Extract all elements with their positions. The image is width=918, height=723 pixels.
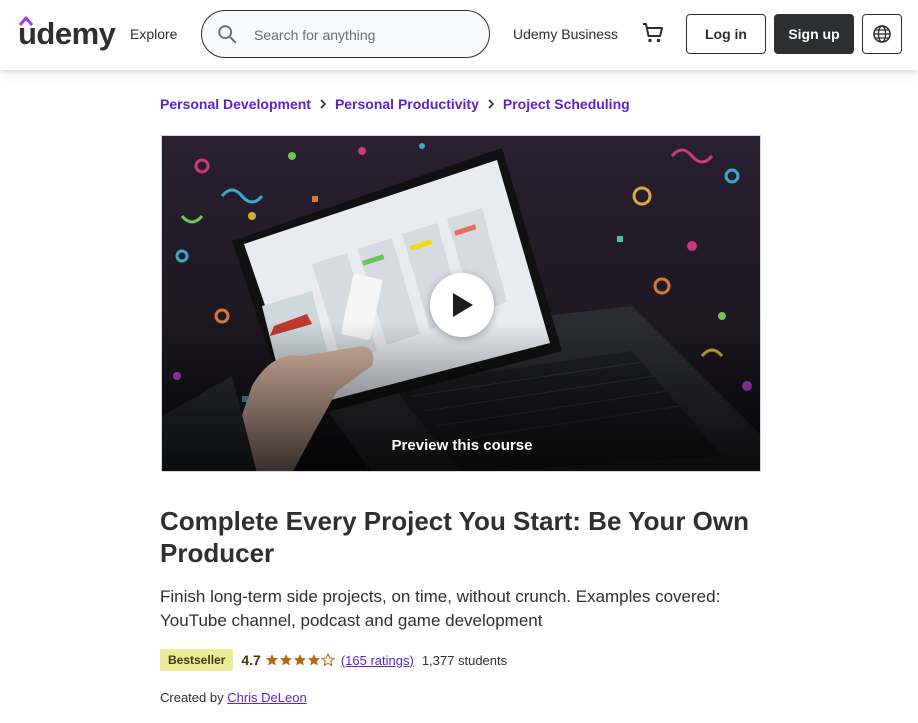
course-subtitle: Finish long-term side projects, on time,…	[160, 587, 721, 630]
star-icons	[265, 653, 335, 667]
breadcrumb-item-personal-development[interactable]: Personal Development	[160, 94, 311, 114]
globe-icon	[873, 25, 891, 43]
preview-course-label[interactable]: Preview this course	[162, 436, 760, 456]
students-count: 1,377 students	[421, 652, 508, 668]
ratings-count-link[interactable]: (165 ratings)	[341, 653, 414, 668]
rating-score: 4.7	[241, 652, 261, 668]
search-input[interactable]	[254, 24, 474, 46]
course-preview-video[interactable]: Preview this course	[161, 135, 761, 472]
bestseller-badge: Bestseller	[160, 649, 234, 671]
cart-icon[interactable]	[641, 21, 665, 45]
login-button[interactable]: Log in	[686, 14, 766, 54]
top-navbar: udemy Explore Udemy Business Log in Sign…	[0, 0, 918, 70]
explore-menu[interactable]: Explore	[130, 24, 177, 44]
instructor-link[interactable]: Chris DeLeon	[227, 690, 307, 705]
course-stats: Bestseller 4.7 (165 ratings) 1,377 stude…	[160, 648, 507, 672]
play-button[interactable]	[430, 273, 494, 337]
search-bar[interactable]	[201, 10, 490, 58]
breadcrumb-item-personal-productivity[interactable]: Personal Productivity	[335, 94, 479, 114]
created-by-label: Created by	[160, 690, 224, 705]
play-icon	[453, 293, 473, 317]
logo-mark-icon	[19, 16, 33, 26]
created-by: Created by Chris DeLeon	[160, 688, 307, 708]
udemy-logo[interactable]: udemy	[18, 16, 116, 52]
breadcrumb: Personal Development Personal Productivi…	[160, 94, 630, 114]
chevron-right-icon	[311, 94, 335, 114]
signup-button[interactable]: Sign up	[774, 14, 854, 54]
breadcrumb-item-project-scheduling[interactable]: Project Scheduling	[503, 94, 630, 114]
language-button[interactable]	[862, 14, 902, 54]
star-rating	[265, 652, 335, 668]
course-title: Complete Every Project You Start: Be You…	[160, 506, 749, 568]
search-icon[interactable]	[216, 23, 238, 45]
udemy-business-link[interactable]: Udemy Business	[513, 24, 618, 44]
chevron-right-icon	[479, 94, 503, 114]
